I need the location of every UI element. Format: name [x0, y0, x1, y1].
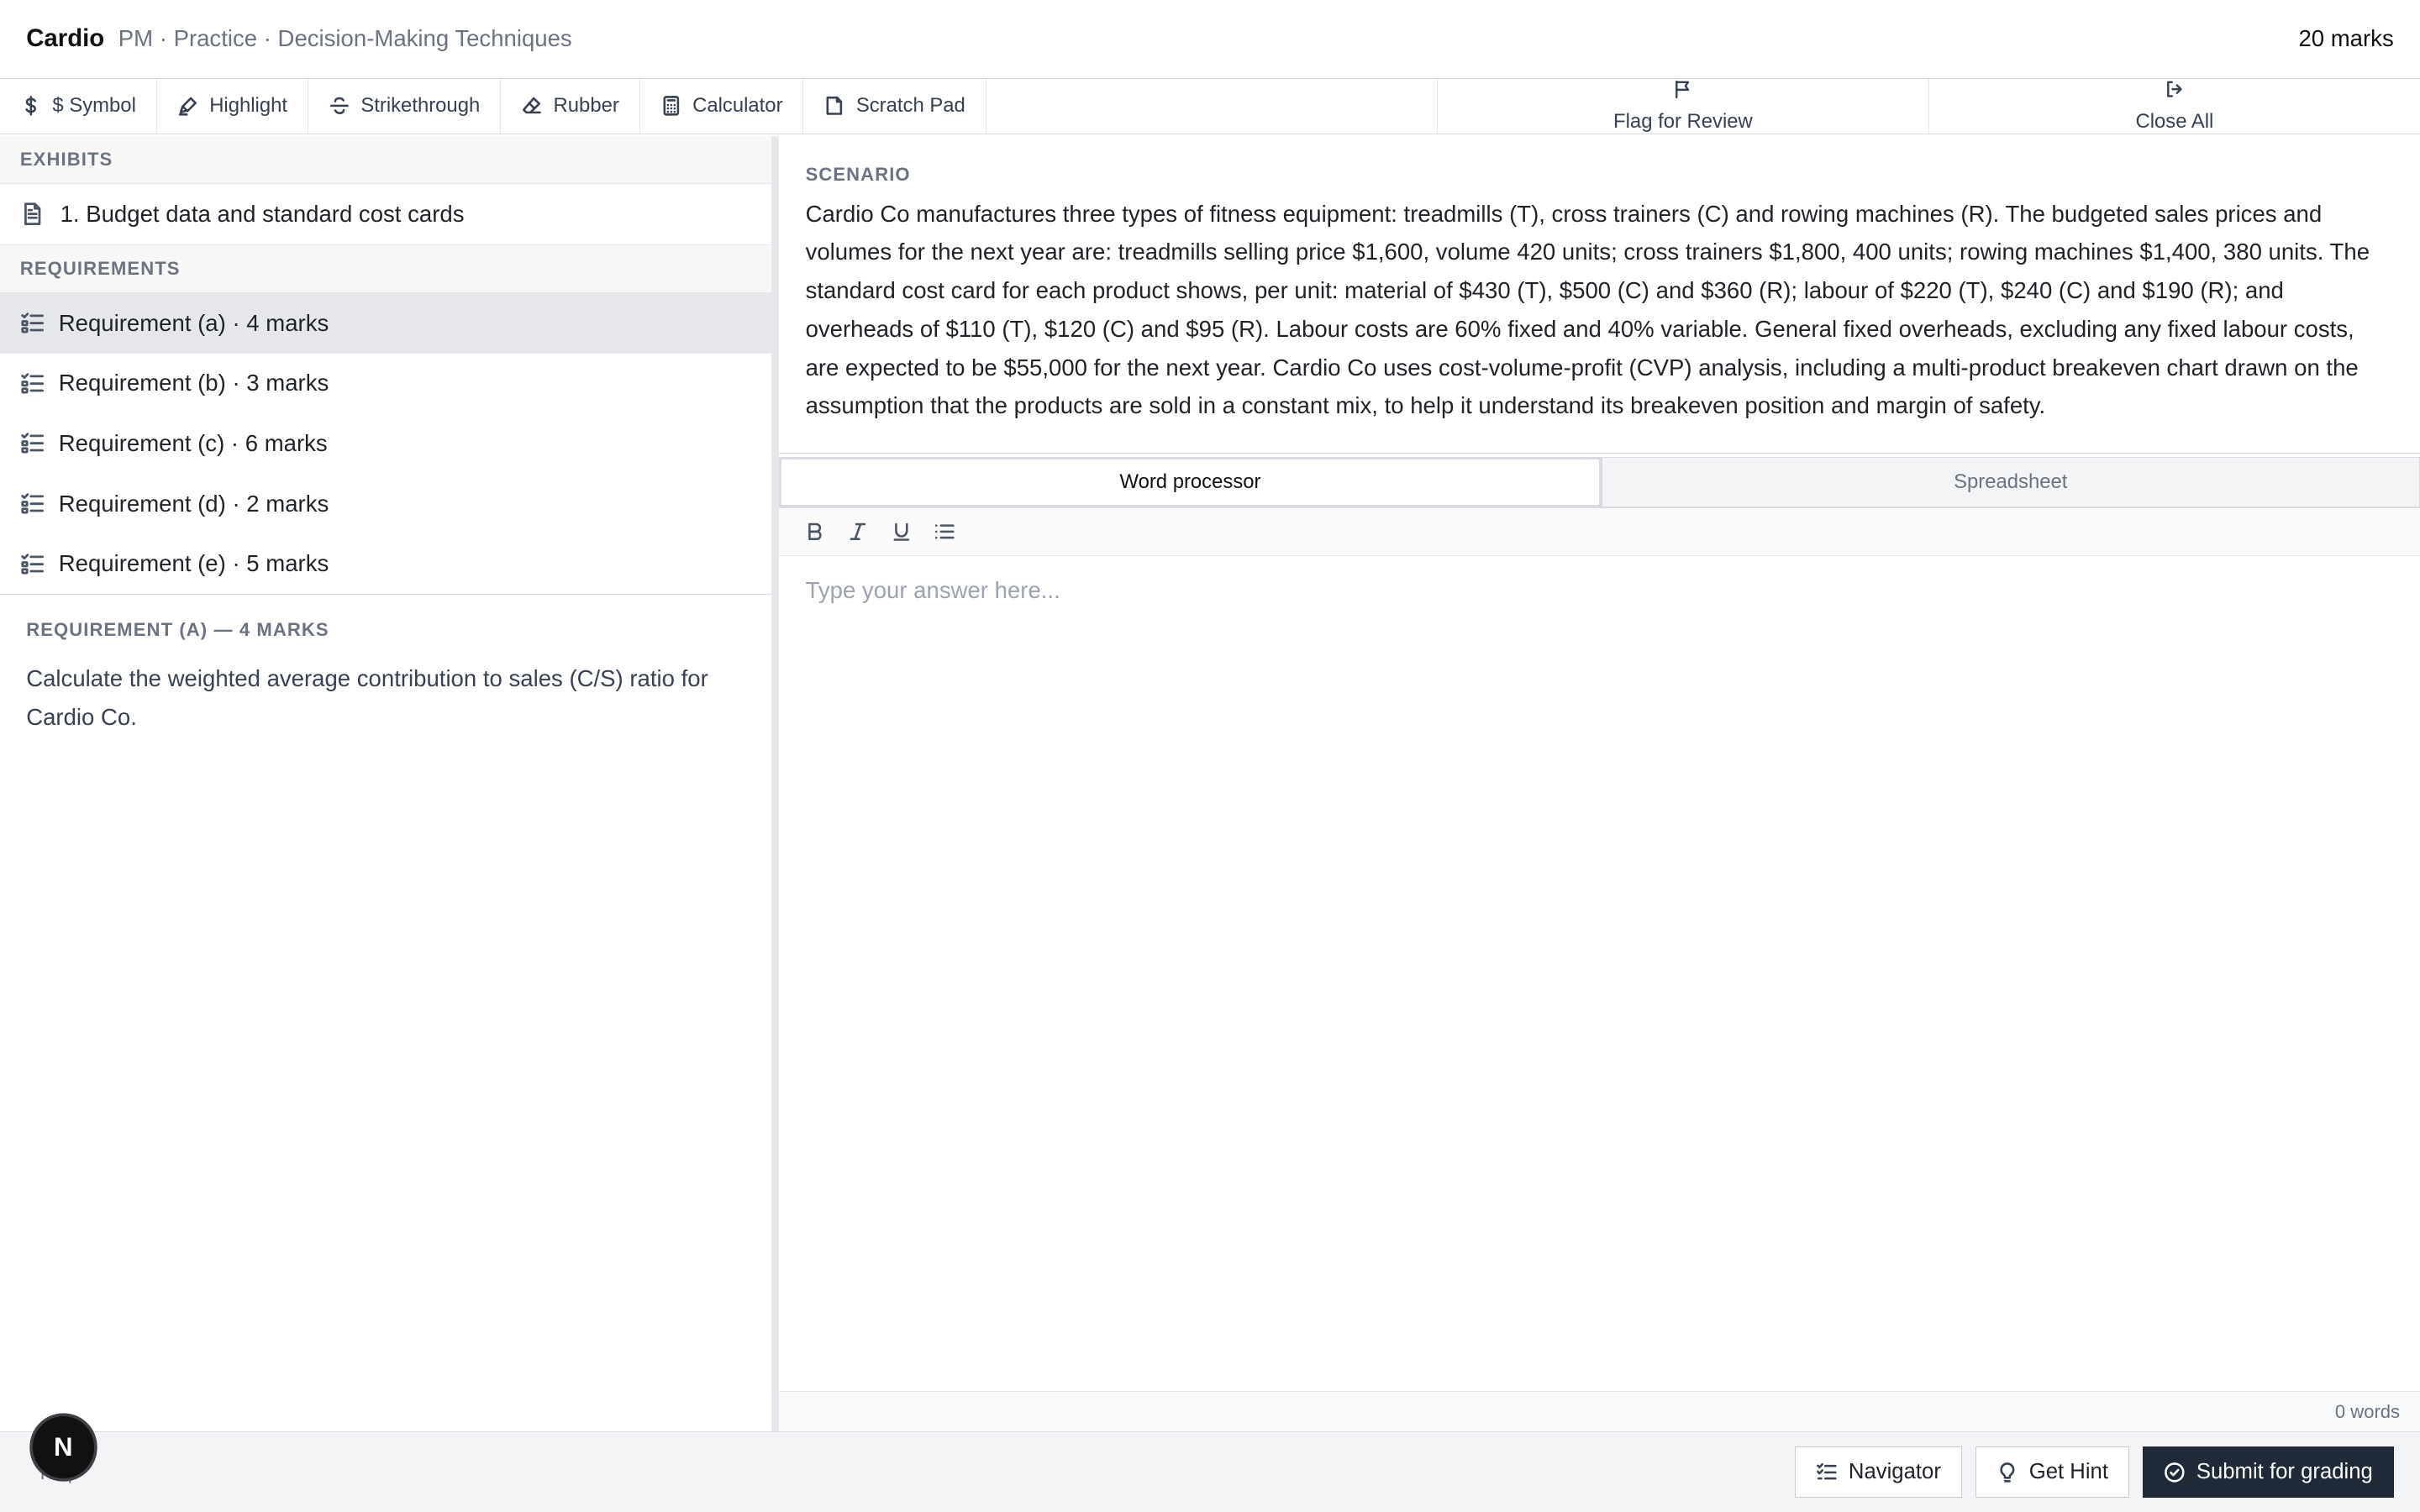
- bold-button[interactable]: [804, 521, 826, 543]
- requirements-list: Requirement (a) · 4 marks Requirement (b…: [0, 292, 772, 596]
- underline-icon: [893, 522, 909, 541]
- submit-for-grading-button[interactable]: Submit for grading: [2143, 1446, 2394, 1498]
- requirement-c-label: Requirement (c) · 6 marks: [58, 430, 328, 457]
- rubber-button[interactable]: Rubber: [501, 78, 640, 134]
- bottom-bar: Navigator Get Hint Submit for grading: [0, 1431, 2420, 1512]
- breadcrumb: PM · Practice · Decision-Making Techniqu…: [118, 25, 572, 52]
- tab-spreadsheet[interactable]: Spreadsheet: [1601, 456, 2420, 508]
- submit-for-grading-label: Submit for grading: [2196, 1460, 2373, 1484]
- requirement-e[interactable]: Requirement (e) · 5 marks: [0, 533, 771, 594]
- highlight-button-label: Highlight: [209, 94, 288, 118]
- avatar[interactable]: N: [32, 1416, 95, 1478]
- scratch-pad-button[interactable]: Scratch Pad: [803, 78, 986, 134]
- calculator-button-label: Calculator: [692, 94, 783, 118]
- tab-word-processor[interactable]: Word processor: [779, 456, 1602, 508]
- symbol-button[interactable]: $ Symbol: [0, 78, 157, 134]
- answer-tabs: Word processor Spreadsheet: [779, 456, 2420, 509]
- exhibits-heading: EXHIBITS: [0, 135, 772, 184]
- left-panel: EXHIBITS 1. Budget data and standard cos…: [0, 135, 780, 1432]
- requirement-d[interactable]: Requirement (d) · 2 marks: [0, 474, 771, 534]
- requirement-b[interactable]: Requirement (b) · 3 marks: [0, 354, 771, 414]
- list-icon: [934, 524, 955, 539]
- brand-name: Cardio: [26, 24, 105, 53]
- requirement-d-label: Requirement (d) · 2 marks: [58, 490, 329, 517]
- bullet-list-button[interactable]: [934, 521, 955, 543]
- flag-for-review-label: Flag for Review: [1613, 109, 1753, 133]
- total-marks: 20 marks: [2298, 25, 2394, 52]
- navigator-label: Navigator: [1848, 1460, 1941, 1484]
- checklist-icon: [20, 311, 45, 335]
- italic-icon: [850, 522, 866, 541]
- scenario-label: SCENARIO: [805, 163, 911, 185]
- note-icon: [826, 97, 843, 116]
- exam-toolbar: $ Symbol Highlight Strikethrough Rubber …: [0, 78, 2420, 134]
- lightbulb-icon: [2000, 1462, 2015, 1483]
- requirement-b-label: Requirement (b) · 3 marks: [58, 370, 329, 396]
- checklist-icon: [20, 371, 45, 396]
- requirement-e-label: Requirement (e) · 5 marks: [58, 550, 329, 577]
- highlight-button[interactable]: Highlight: [157, 78, 308, 134]
- strikethrough-button[interactable]: Strikethrough: [308, 78, 502, 134]
- italic-button[interactable]: [847, 521, 869, 543]
- underline-button[interactable]: [891, 521, 913, 543]
- checklist-icon: [20, 552, 45, 576]
- scenario-text: Cardio Co manufactures three types of fi…: [805, 200, 2370, 419]
- strikethrough-icon: [329, 97, 349, 115]
- eraser-icon: [522, 97, 541, 114]
- calculator-button[interactable]: Calculator: [640, 78, 804, 134]
- get-hint-button[interactable]: Get Hint: [1975, 1446, 2129, 1498]
- navigator-button[interactable]: Navigator: [1795, 1446, 1962, 1498]
- bold-icon: [808, 522, 822, 541]
- requirements-heading: REQUIREMENTS: [0, 245, 772, 293]
- requirement-a[interactable]: Requirement (a) · 4 marks: [0, 292, 772, 354]
- symbol-button-label: $ Symbol: [52, 94, 136, 118]
- rubber-button-label: Rubber: [553, 94, 619, 118]
- answer-input[interactable]: [805, 577, 2394, 1369]
- checklist-icon: [20, 431, 45, 455]
- check-circle-icon: [2165, 1462, 2185, 1483]
- dollar-icon: [25, 96, 36, 116]
- scratch-pad-button-label: Scratch Pad: [855, 94, 965, 118]
- answer-editor: [779, 556, 2420, 1391]
- get-hint-label: Get Hint: [2028, 1460, 2108, 1484]
- close-all-button[interactable]: Close All: [1928, 78, 2420, 134]
- strikethrough-button-label: Strikethrough: [360, 94, 481, 118]
- close-all-label: Close All: [2135, 109, 2214, 133]
- format-toolbar: [779, 508, 2420, 556]
- exit-icon: [2167, 81, 2182, 97]
- calculator-icon: [663, 96, 679, 116]
- workspace: EXHIBITS 1. Budget data and standard cos…: [0, 135, 2420, 1432]
- right-panel: SCENARIO Cardio Co manufactures three ty…: [779, 136, 2420, 1432]
- requirement-c[interactable]: Requirement (c) · 6 marks: [0, 413, 771, 474]
- top-header: Cardio PM · Practice · Decision-Making T…: [0, 0, 2420, 79]
- highlighter-icon: [178, 97, 197, 116]
- requirement-detail-title: REQUIREMENT (A) — 4 MARKS: [26, 619, 329, 641]
- checklist-icon: [20, 491, 45, 516]
- requirement-detail: REQUIREMENT (A) — 4 MARKS Calculate the …: [0, 595, 771, 762]
- flag-icon: [1676, 80, 1690, 98]
- document-icon: [20, 202, 45, 226]
- scenario-panel: SCENARIO Cardio Co manufactures three ty…: [779, 136, 2420, 454]
- requirement-detail-text: Calculate the weighted average contribut…: [26, 665, 708, 731]
- requirement-a-label: Requirement (a) · 4 marks: [58, 309, 329, 336]
- exhibit-item-label: 1. Budget data and standard cost cards: [60, 200, 465, 227]
- flag-for-review-button[interactable]: Flag for Review: [1436, 78, 1928, 134]
- word-count: 0 words: [779, 1390, 2420, 1432]
- checklist-icon: [1817, 1462, 1837, 1480]
- exhibit-item[interactable]: 1. Budget data and standard cost cards: [0, 184, 772, 246]
